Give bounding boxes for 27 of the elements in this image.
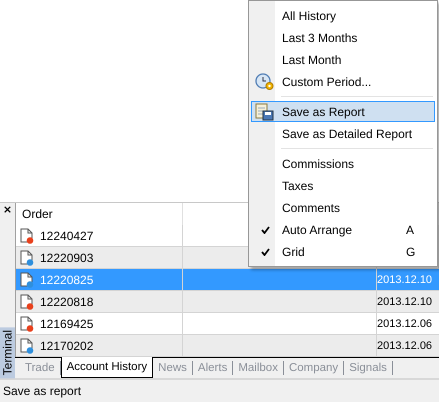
order-cell[interactable]: 12170202	[16, 335, 183, 357]
menu-item[interactable]: Grid G	[251, 241, 435, 262]
status-text: Save as report	[2, 384, 82, 398]
clock-gear-icon	[255, 72, 275, 90]
close-button[interactable]: ×	[2, 204, 12, 216]
time-cell: 2013.12.06	[377, 335, 439, 357]
menu-item[interactable]: Auto Arrange A	[251, 219, 435, 240]
menu-item[interactable]: All History	[251, 5, 435, 26]
document-save-icon	[255, 102, 275, 120]
checkmark-icon	[260, 226, 270, 234]
menu-item[interactable]: Comments	[251, 197, 435, 218]
menu-item[interactable]: Last 3 Months	[251, 27, 435, 48]
menu-item[interactable]: Taxes	[251, 175, 435, 196]
order-cell[interactable]: 12240427	[16, 225, 183, 247]
menu-item[interactable]: Save as Detailed Report	[251, 123, 435, 144]
checkmark-icon	[260, 248, 270, 256]
tab[interactable]: Account History	[60, 357, 154, 378]
menu-item[interactable]: Commissions	[251, 153, 435, 174]
menu-item[interactable]: Last Month	[251, 49, 435, 70]
panel-title: Terminal	[0, 326, 15, 378]
order-cell[interactable]: 12220818	[16, 291, 183, 313]
time-cell: 2013.12.10	[377, 269, 439, 291]
order-cell[interactable]: 12169425	[16, 313, 183, 335]
time-cell: 2013.12.10	[377, 291, 439, 313]
menu-item[interactable]: Save as Report	[251, 101, 435, 122]
order-cell[interactable]: 12220903	[16, 247, 183, 269]
menu-item[interactable]: Custom Period...	[251, 71, 435, 92]
